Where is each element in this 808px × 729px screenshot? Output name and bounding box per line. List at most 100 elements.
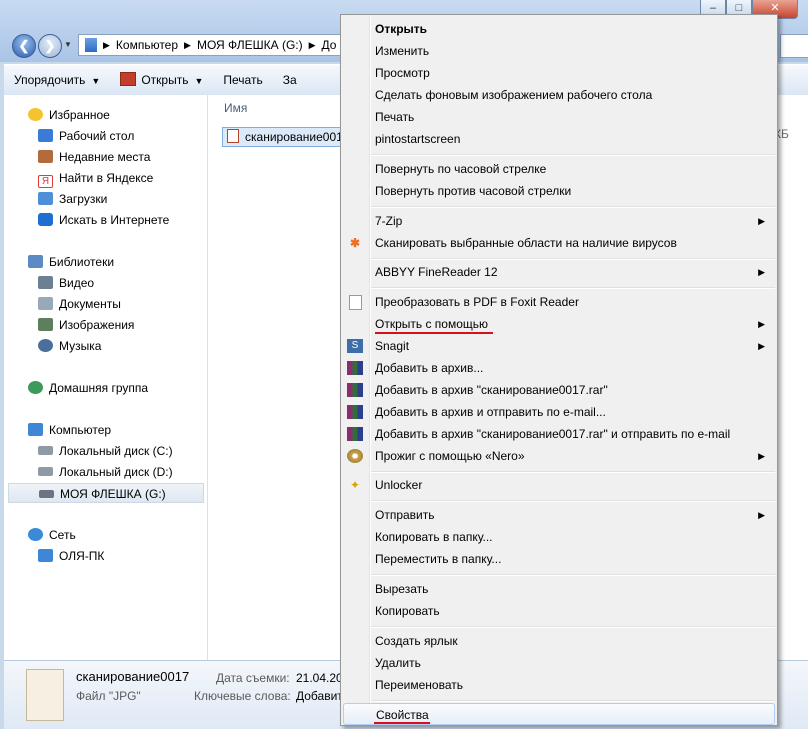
menu-item-abbyy[interactable]: ABBYY FineReader 12 ▶ (343, 261, 775, 283)
menu-item-copy[interactable]: Копировать (343, 600, 775, 622)
hard-drive-icon (38, 467, 53, 476)
menu-item-add-archive[interactable]: Добавить в архив... (343, 357, 775, 379)
menu-item-add-rar[interactable]: Добавить в архив "сканирование0017.rar" (343, 379, 775, 401)
back-button[interactable]: ❮ (12, 34, 36, 58)
submenu-arrow-icon: ▶ (758, 451, 765, 461)
submenu-arrow-icon: ▶ (758, 510, 765, 520)
menu-item-print[interactable]: Печать (343, 106, 775, 128)
nav-network[interactable]: Сеть (28, 525, 228, 545)
context-menu: Открыть Изменить Просмотр Сделать фоновы… (340, 14, 778, 726)
breadcrumb-folder[interactable]: До (322, 38, 337, 52)
nav-label: Документы (59, 297, 121, 311)
menu-item-move-to[interactable]: Переместить в папку... (343, 548, 775, 570)
navigation-pane: Избранное Рабочий стол Недавние места ЯН… (4, 95, 208, 660)
menu-separator (371, 471, 775, 473)
address-bar[interactable]: ▶ Компьютер ▶ МОЯ ФЛЕШКА (G:) ▶ До (78, 34, 360, 56)
file-item-selected[interactable]: сканирование0017 (222, 127, 352, 147)
recent-places-icon (38, 150, 53, 163)
menu-item-send-to[interactable]: Отправить ▶ (343, 504, 775, 526)
folder-icon (85, 38, 97, 52)
nav-libraries[interactable]: Библиотеки (28, 252, 228, 272)
menu-item-foxit-pdf[interactable]: Преобразовать в PDF в Foxit Reader (343, 291, 775, 313)
menu-item-add-rar-email[interactable]: Добавить в архив "сканирование0017.rar" … (343, 423, 775, 445)
menu-item-scan-viruses[interactable]: ✱ Сканировать выбранные области на наличи… (343, 232, 775, 254)
menu-item-cut[interactable]: Вырезать (343, 578, 775, 600)
menu-separator (371, 574, 775, 576)
nav-label: Найти в Яндексе (59, 171, 154, 185)
organize-button[interactable]: Упорядочить ▼ (4, 68, 110, 92)
menu-separator (371, 626, 775, 628)
column-header-name[interactable]: Имя (224, 101, 247, 115)
network-icon (28, 528, 43, 541)
menu-item-7zip[interactable]: 7-Zip ▶ (343, 210, 775, 232)
video-icon (38, 276, 53, 289)
menu-item-label: Добавить в архив "сканирование0017.rar" … (375, 427, 731, 441)
more-button[interactable]: За (273, 68, 307, 92)
menu-item-copy-to[interactable]: Копировать в папку... (343, 526, 775, 548)
open-label: Открыть (141, 73, 189, 87)
search-icon (38, 213, 53, 226)
nav-computer[interactable]: Компьютер (28, 420, 228, 440)
dropdown-arrow-icon: ▼ (91, 76, 101, 86)
nav-favorites[interactable]: Избранное (28, 105, 228, 125)
menu-item-label: Отправить (375, 508, 435, 522)
winrar-icon (347, 383, 363, 397)
details-keywords-value[interactable]: Добавит (296, 689, 343, 703)
menu-item-label: Просмотр (375, 66, 430, 80)
menu-item-label: Добавить в архив и отправить по e-mail..… (375, 405, 606, 419)
yandex-icon: Я (38, 175, 53, 188)
nav-label: Недавние места (59, 150, 151, 164)
submenu-arrow-icon: ▶ (758, 267, 765, 277)
menu-item-label: Открыть (375, 22, 428, 36)
recent-pages-chevron-icon[interactable]: ▼ (64, 40, 72, 49)
nav-flash-drive[interactable]: МОЯ ФЛЕШКА (G:) (8, 483, 204, 503)
menu-item-open[interactable]: Открыть (343, 18, 775, 40)
documents-icon (38, 297, 53, 310)
details-file-type: Файл "JPG" (76, 689, 141, 703)
star-icon (28, 108, 43, 121)
print-button[interactable]: Печать (213, 68, 272, 92)
open-button[interactable]: Открыть ▼ (110, 68, 213, 92)
menu-item-label: Сделать фоновым изображением рабочего ст… (375, 88, 653, 102)
file-thumbnail (26, 669, 64, 721)
nav-label: Рабочий стол (59, 129, 135, 143)
breadcrumb-computer[interactable]: Компьютер (116, 38, 178, 52)
nav-label: ОЛЯ-ПК (59, 549, 105, 563)
menu-item-nero[interactable]: Прожиг с помощью «Nero» ▶ (343, 445, 775, 467)
menu-item-unlocker[interactable]: ✦ Unlocker (343, 474, 775, 496)
menu-item-pintostartscreen[interactable]: pintostartscreen (343, 128, 775, 150)
usb-drive-icon (39, 490, 54, 498)
menu-item-snagit[interactable]: S Snagit ▶ (343, 335, 775, 357)
menu-item-rename[interactable]: Переименовать (343, 674, 775, 696)
menu-item-label: Вырезать (375, 582, 429, 596)
menu-item-rotate-ccw[interactable]: Повернуть против часовой стрелки (343, 180, 775, 202)
menu-item-label: Переименовать (375, 678, 463, 692)
nav-label: Домашняя группа (49, 381, 149, 395)
nav-label: Локальный диск (C:) (59, 444, 173, 458)
menu-item-preview[interactable]: Просмотр (343, 62, 775, 84)
menu-item-rotate-cw[interactable]: Повернуть по часовой стрелке (343, 158, 775, 180)
forward-button[interactable]: ❯ (38, 34, 62, 58)
submenu-arrow-icon: ▶ (758, 341, 765, 351)
search-input[interactable] (780, 34, 808, 58)
menu-item-delete[interactable]: Удалить (343, 652, 775, 674)
menu-item-add-email[interactable]: Добавить в архив и отправить по e-mail..… (343, 401, 775, 423)
menu-item-label: Добавить в архив "сканирование0017.rar" (375, 383, 608, 397)
menu-item-edit[interactable]: Изменить (343, 40, 775, 62)
menu-separator (371, 258, 775, 260)
menu-item-set-background[interactable]: Сделать фоновым изображением рабочего ст… (343, 84, 775, 106)
nav-label: Библиотеки (49, 255, 115, 269)
nav-homegroup[interactable]: Домашняя группа (28, 378, 228, 398)
menu-item-label: Копировать в папку... (375, 530, 493, 544)
image-viewer-icon (120, 72, 137, 86)
avast-icon: ✱ (349, 236, 361, 250)
breadcrumb-flash-drive[interactable]: МОЯ ФЛЕШКА (G:) (197, 38, 303, 52)
winrar-icon (347, 361, 363, 375)
nav-label: Музыка (59, 339, 102, 353)
music-icon (38, 339, 53, 352)
menu-item-create-shortcut[interactable]: Создать ярлык (343, 630, 775, 652)
homegroup-icon (28, 381, 43, 394)
desktop-icon (38, 129, 53, 142)
annotation-underline (374, 722, 430, 724)
menu-item-label: ABBYY FineReader 12 (375, 265, 498, 279)
